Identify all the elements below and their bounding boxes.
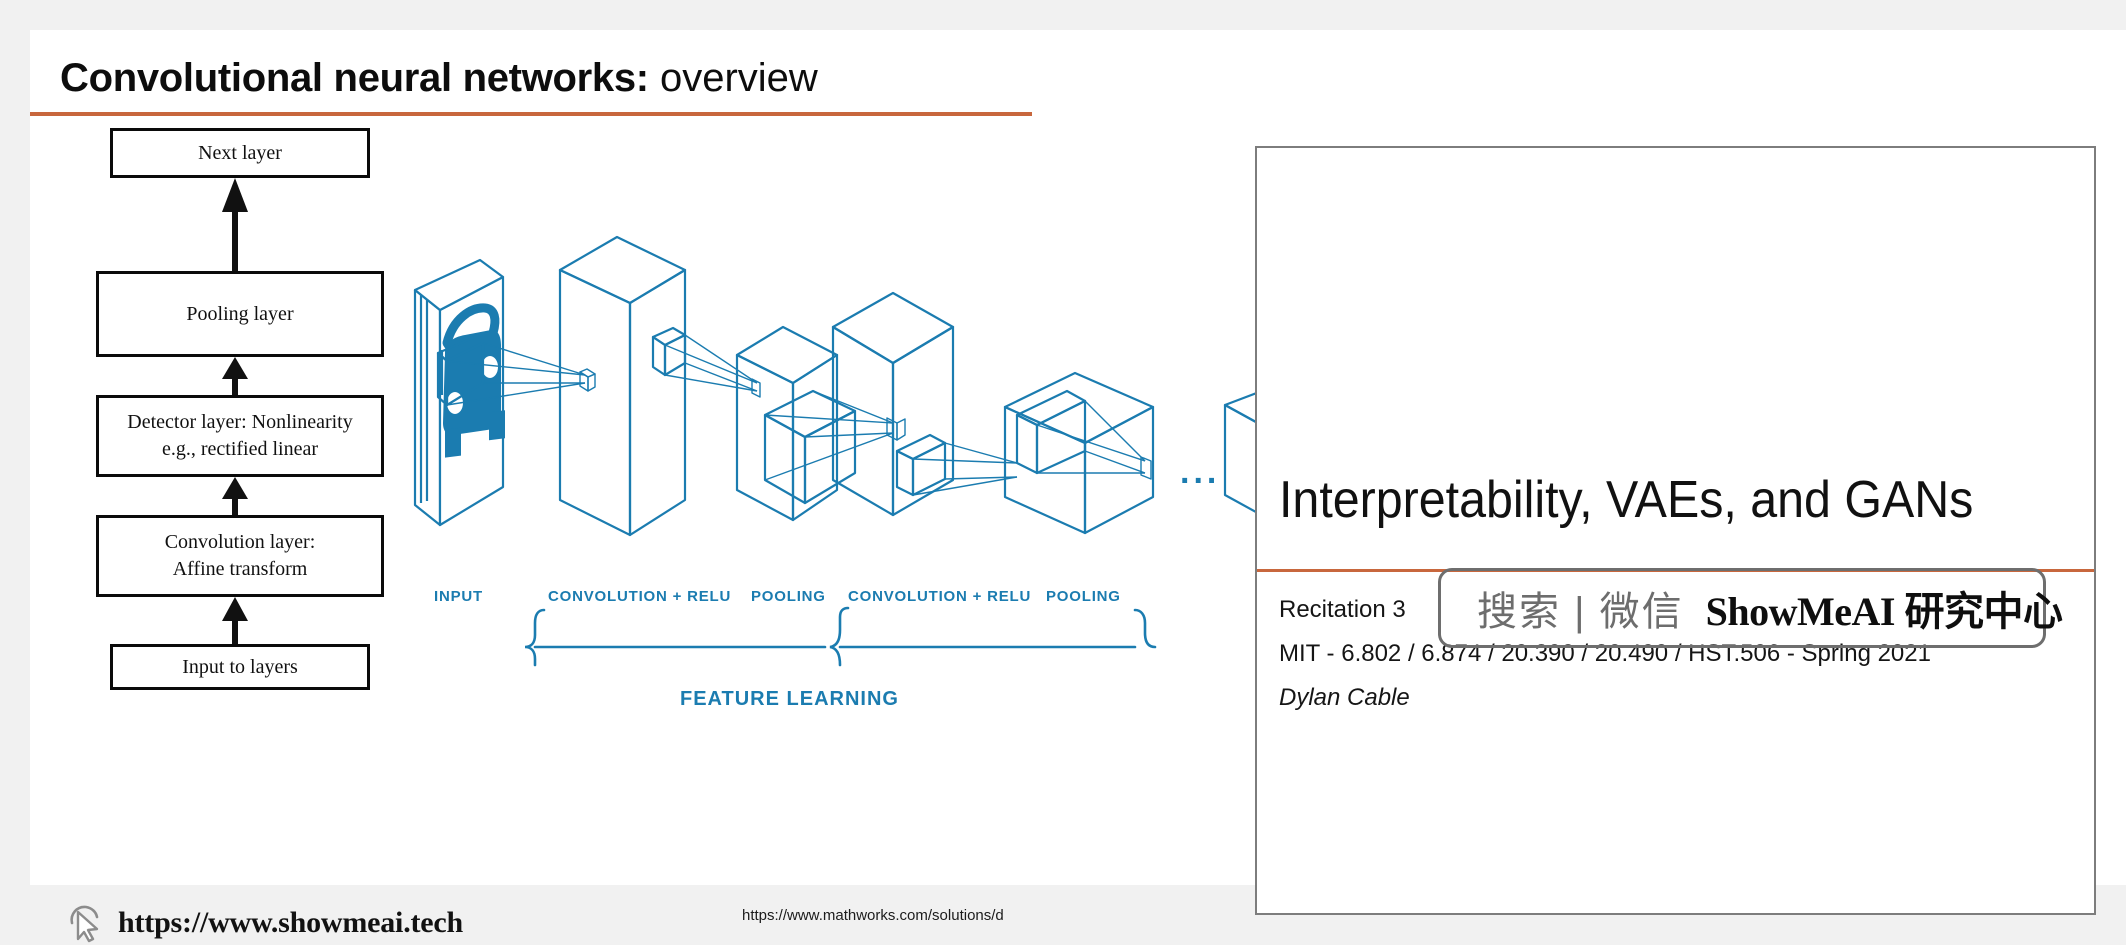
stage-label-pool2: POOLING — [1046, 588, 1121, 605]
cnn-architecture-illustration: ... INPUT CONVOLUTION + RELU POOLING CON… — [385, 215, 1285, 715]
stage-label-conv2: CONVOLUTION + RELU — [848, 588, 1031, 605]
search-placeholder-text: 搜索 | 微信 — [1477, 590, 1684, 634]
page-title: Convolutional neural networks: overview — [60, 54, 818, 102]
stack-arrow-1 — [222, 178, 248, 271]
search-watermark-bar[interactable]: 搜索 | 微信 ShowMeAI 研究中心 — [1438, 568, 2063, 648]
watermark-url: https://www.showmeai.tech — [118, 906, 463, 939]
stack-box-pooling-layer: Pooling layer — [96, 271, 384, 357]
stack-arrow-2 — [222, 357, 248, 395]
bracket-label-feature-learning: FEATURE LEARNING — [680, 688, 899, 710]
cursor-icon — [70, 905, 99, 943]
stack-box-detector-layer: Detector layer: Nonlinearity e.g., recti… — [96, 395, 384, 477]
pool1-cubes — [735, 325, 857, 522]
cnn-svg: ... INPUT CONVOLUTION + RELU POOLING CON… — [413, 235, 1285, 710]
pool1-kernel — [651, 326, 761, 398]
stage-label-pool1: POOLING — [751, 588, 826, 605]
stage-label-conv1: CONVOLUTION + RELU — [548, 588, 731, 605]
feature-learning-bracket — [524, 606, 1157, 667]
stack-box-label: Detector layer: Nonlinearity — [127, 411, 353, 433]
stack-box-convolution-layer: Convolution layer: Affine transform — [96, 515, 384, 597]
stack-box-label-2: e.g., rectified linear — [161, 438, 319, 460]
overlay-title: Interpretability, VAEs, and GANs — [1279, 471, 1974, 529]
site-watermark: https://www.showmeai.tech — [68, 903, 463, 943]
ellipsis-label: ... — [1180, 453, 1220, 491]
stack-box-next-layer: Next layer — [110, 128, 370, 178]
stack-box-label: Pooling layer — [186, 302, 294, 325]
overlay-slide-panel[interactable]: Interpretability, VAEs, and GANs Recitat… — [1255, 146, 2096, 915]
pool2-block — [1003, 371, 1155, 535]
stack-box-label: Input to layers — [182, 655, 298, 678]
source-url-label: https://www.mathworks.com/solutions/d — [742, 907, 1004, 924]
overlay-line-author: Dylan Cable — [1279, 684, 1410, 711]
page-title-strong: Convolutional neural networks: — [60, 56, 649, 100]
stack-box-label: Next layer — [198, 141, 282, 164]
page-title-light: overview — [648, 56, 818, 100]
stack-box-label: Convolution layer: — [164, 531, 316, 553]
stack-box-input-to-layers: Input to layers — [110, 644, 370, 690]
stage-label-input: INPUT — [434, 588, 483, 605]
conv2-block — [831, 291, 955, 517]
screenshot-root: Convolutional neural networks: overview … — [0, 0, 2126, 945]
stack-box-label-2: Affine transform — [172, 558, 308, 580]
pool2-kernel — [895, 433, 1018, 497]
conv1-block — [558, 235, 687, 537]
stack-arrow-3 — [222, 477, 248, 515]
layer-stack-diagram: Next layer Pooling layer Detector layer:… — [80, 110, 410, 800]
brand-name: ShowMeAI 研究中心 — [1705, 589, 2063, 634]
stack-arrow-4 — [222, 597, 248, 644]
